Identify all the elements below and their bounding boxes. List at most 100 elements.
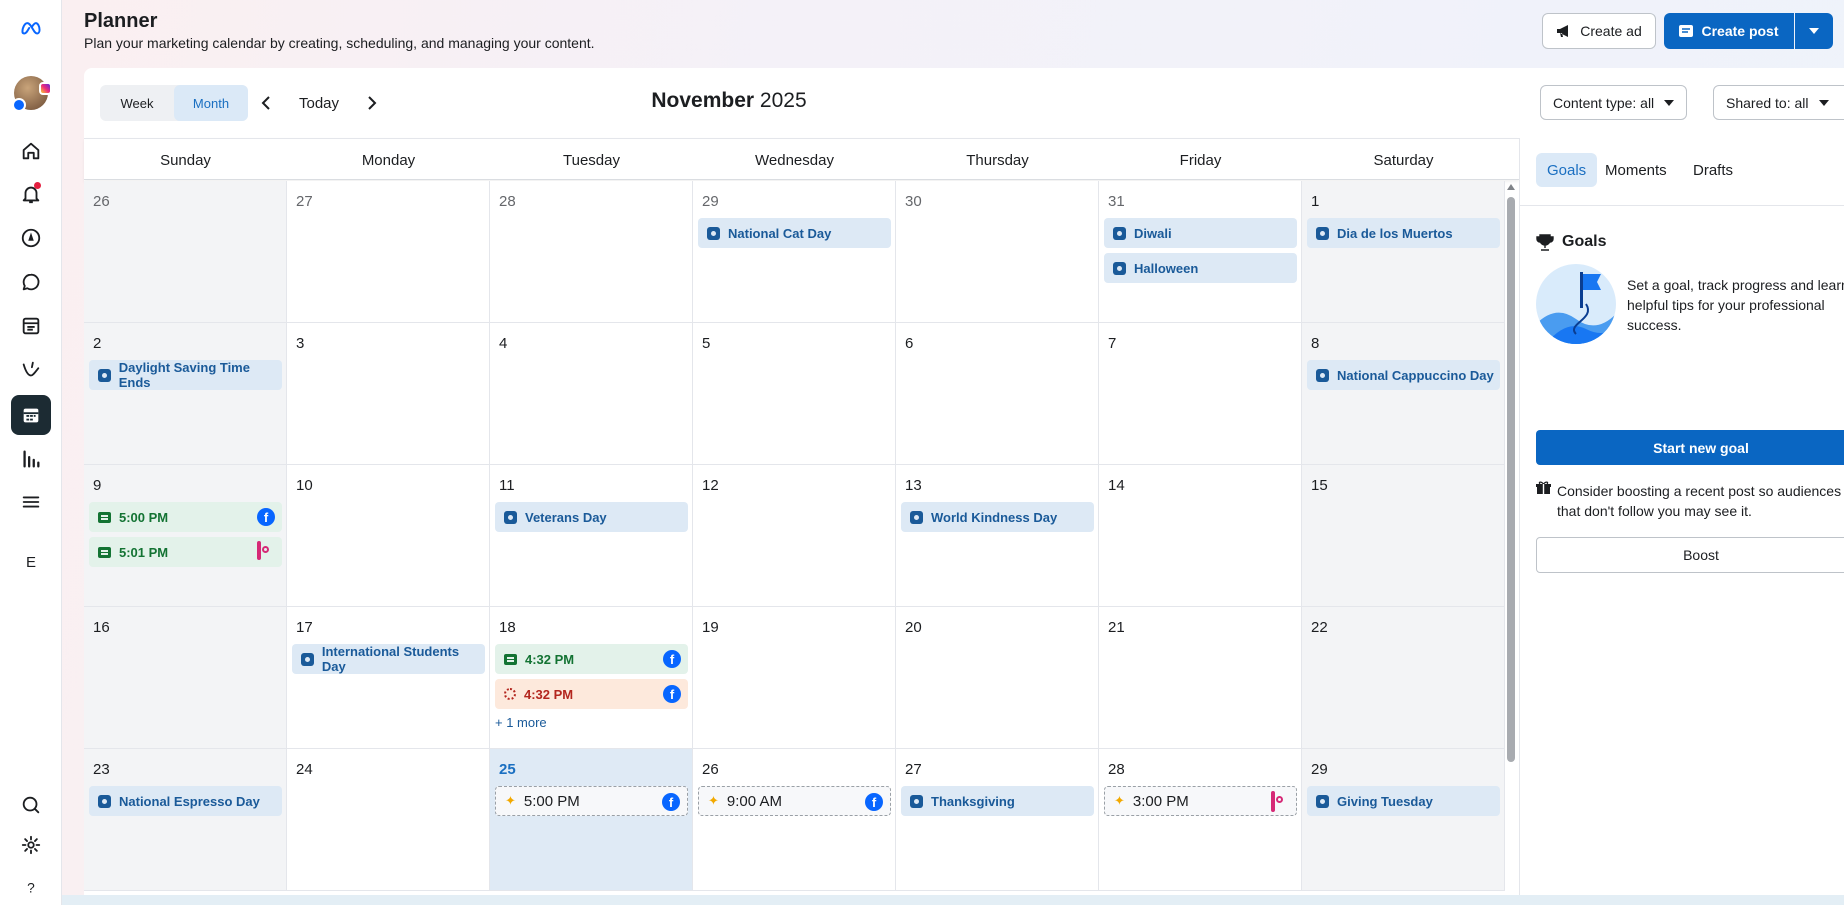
next-month-button[interactable]: [356, 87, 388, 119]
day-number: 5: [702, 335, 711, 352]
moment-chip[interactable]: Daylight Saving Time Ends: [89, 360, 282, 390]
day-cell[interactable]: 17 International Students Day: [287, 607, 490, 749]
day-cell[interactable]: 24: [287, 749, 490, 891]
day-number: 17: [296, 619, 313, 636]
day-cell[interactable]: 28 ✦ 3:00 PM: [1099, 749, 1302, 891]
tab-goals[interactable]: Goals: [1536, 153, 1598, 187]
search-icon[interactable]: [11, 785, 51, 825]
day-cell[interactable]: 8 National Cappuccino Day: [1302, 323, 1505, 465]
moment-chip[interactable]: National Cappuccino Day: [1307, 360, 1500, 390]
day-cell[interactable]: 15: [1302, 465, 1505, 607]
previous-month-button[interactable]: [250, 87, 282, 119]
platform-mark: [1271, 791, 1275, 812]
shared-to-filter[interactable]: Shared to: all: [1713, 85, 1844, 120]
start-new-goal-button[interactable]: Start new goal: [1536, 430, 1844, 465]
day-cell[interactable]: 26: [84, 181, 287, 323]
day-cell[interactable]: 27 Thanksgiving: [896, 749, 1099, 891]
compass-icon[interactable]: [11, 218, 51, 258]
insights-icon[interactable]: [11, 350, 51, 390]
scheduled-post-chip[interactable]: ✦ 3:00 PM: [1104, 786, 1297, 816]
day-cell[interactable]: 2 Daylight Saving Time Ends: [84, 323, 287, 465]
scroll-up-arrow-icon[interactable]: [1507, 184, 1515, 190]
day-cell[interactable]: 19: [693, 607, 896, 749]
create-ad-button[interactable]: Create ad: [1542, 13, 1656, 49]
day-cell[interactable]: 27: [287, 181, 490, 323]
day-cell[interactable]: 10: [287, 465, 490, 607]
tab-moments[interactable]: Moments: [1594, 153, 1678, 187]
day-cell[interactable]: 21: [1099, 607, 1302, 749]
day-cell[interactable]: 31 Diwali Halloween: [1099, 181, 1302, 323]
scheduled-sparkle-icon: ✦: [505, 793, 516, 808]
draft-post-chip[interactable]: 4:32 PM f: [495, 679, 688, 709]
moment-chip[interactable]: World Kindness Day: [901, 502, 1094, 532]
content-type-label: Content type: all: [1553, 94, 1655, 111]
profile-avatar[interactable]: [12, 76, 52, 112]
calendar-scrollbar[interactable]: [1503, 181, 1519, 905]
day-cell[interactable]: 13 World Kindness Day: [896, 465, 1099, 607]
day-cell[interactable]: 6: [896, 323, 1099, 465]
day-cell[interactable]: 22: [1302, 607, 1505, 749]
boost-button[interactable]: Boost: [1536, 537, 1844, 573]
moment-chip[interactable]: Thanksgiving: [901, 786, 1094, 816]
day-cell[interactable]: 20: [896, 607, 1099, 749]
day-cell[interactable]: 1 Dia de los Muertos: [1302, 181, 1505, 323]
inbox-icon[interactable]: [11, 262, 51, 302]
day-cell[interactable]: 29 Giving Tuesday: [1302, 749, 1505, 891]
meta-logo-icon[interactable]: [11, 8, 51, 48]
more-events-link[interactable]: + 1 more: [495, 715, 547, 730]
moment-chip[interactable]: National Cat Day: [698, 218, 891, 248]
day-cell[interactable]: 4: [490, 323, 693, 465]
published-post-chip[interactable]: 4:32 PM f: [495, 644, 688, 674]
day-cell[interactable]: 12: [693, 465, 896, 607]
home-icon[interactable]: [11, 131, 51, 171]
day-cell[interactable]: 29 National Cat Day: [693, 181, 896, 323]
page-subtitle: Plan your marketing calendar by creating…: [84, 35, 595, 51]
menu-icon[interactable]: [11, 482, 51, 522]
today-button[interactable]: Today: [290, 87, 348, 119]
day-cell[interactable]: 26 ✦ 9:00 AM f: [693, 749, 896, 891]
day-cell[interactable]: 9 5:00 PM f 5:01 PM: [84, 465, 287, 607]
moment-chip[interactable]: Giving Tuesday: [1307, 786, 1500, 816]
day-number: 30: [905, 193, 922, 210]
facebook-icon: f: [865, 793, 883, 811]
day-cell[interactable]: 7: [1099, 323, 1302, 465]
scheduled-post-chip[interactable]: ✦ 5:00 PM f: [495, 786, 688, 816]
moment-chip[interactable]: National Espresso Day: [89, 786, 282, 816]
month-view-button[interactable]: Month: [174, 85, 248, 121]
day-cell[interactable]: 25 ✦ 5:00 PM f: [490, 749, 693, 891]
platform-mark: f: [257, 508, 275, 526]
content-icon[interactable]: [11, 306, 51, 346]
ads-bar-chart-icon[interactable]: [11, 439, 51, 479]
published-post-chip[interactable]: 5:00 PM f: [89, 502, 282, 532]
day-cell[interactable]: 30: [896, 181, 1099, 323]
moment-chip[interactable]: Veterans Day: [495, 502, 688, 532]
day-cell[interactable]: 11 Veterans Day: [490, 465, 693, 607]
content-type-filter[interactable]: Content type: all: [1540, 85, 1688, 120]
day-cell[interactable]: 28: [490, 181, 693, 323]
notifications-icon[interactable]: [11, 174, 51, 214]
moment-chip[interactable]: Dia de los Muertos: [1307, 218, 1500, 248]
settings-gear-icon[interactable]: [11, 825, 51, 865]
day-cell[interactable]: 3: [287, 323, 490, 465]
facebook-icon: f: [663, 650, 681, 668]
planner-calendar-icon[interactable]: [11, 395, 51, 435]
create-post-dropdown[interactable]: [1795, 13, 1833, 49]
scheduled-post-chip[interactable]: ✦ 9:00 AM f: [698, 786, 891, 816]
account-initial[interactable]: E: [11, 542, 51, 582]
week-view-button[interactable]: Week: [100, 85, 174, 121]
day-cell[interactable]: 18 4:32 PM f 4:32 PM f + 1 more: [490, 607, 693, 749]
day-cell[interactable]: 5: [693, 323, 896, 465]
moment-chip[interactable]: International Students Day: [292, 644, 485, 674]
scroll-thumb[interactable]: [1507, 197, 1515, 762]
moment-chip[interactable]: Diwali: [1104, 218, 1297, 248]
tab-drafts[interactable]: Drafts: [1682, 153, 1744, 187]
moment-chip[interactable]: Halloween: [1104, 253, 1297, 283]
help-icon[interactable]: ?: [11, 868, 51, 905]
day-cell[interactable]: 14: [1099, 465, 1302, 607]
published-post-chip[interactable]: 5:01 PM: [89, 537, 282, 567]
day-cell[interactable]: 16: [84, 607, 287, 749]
day-cell[interactable]: 23 National Espresso Day: [84, 749, 287, 891]
day-number: 26: [702, 761, 719, 778]
create-post-button[interactable]: Create post: [1664, 13, 1794, 49]
day-number: 19: [702, 619, 719, 636]
